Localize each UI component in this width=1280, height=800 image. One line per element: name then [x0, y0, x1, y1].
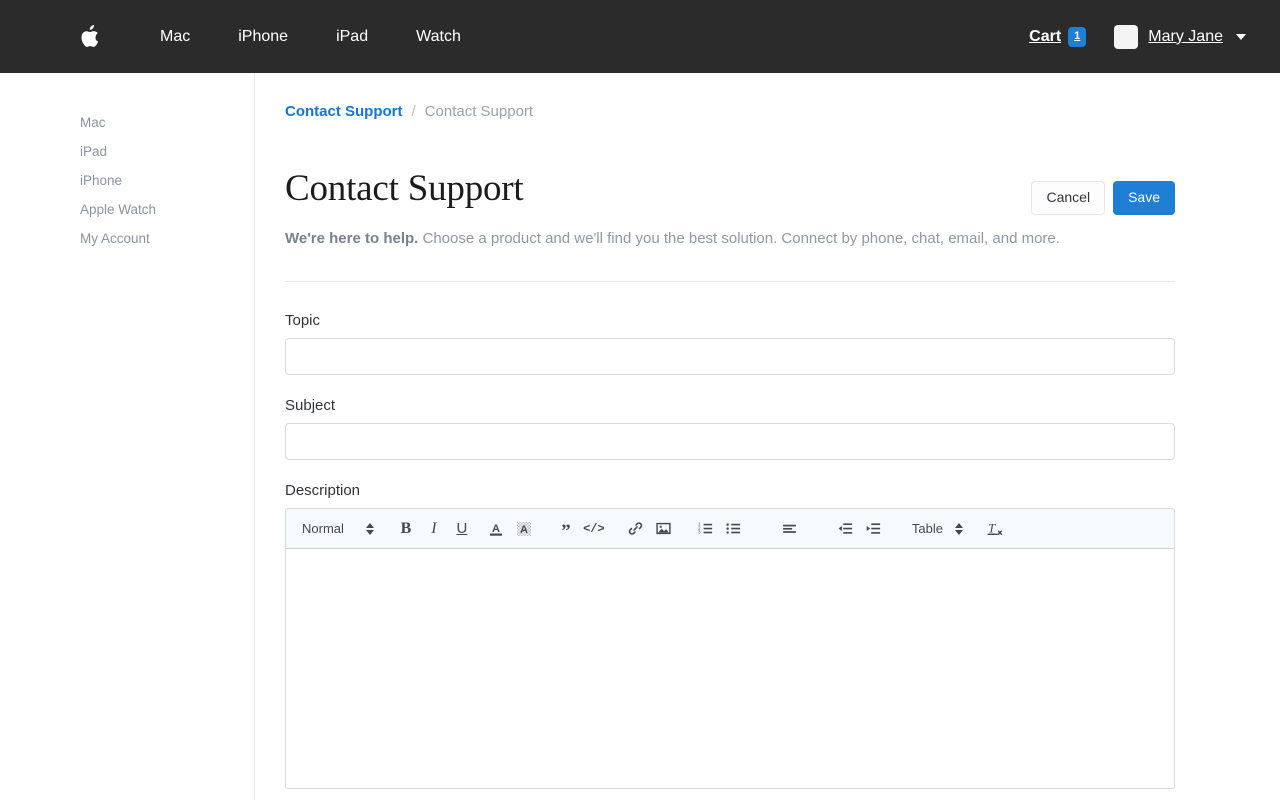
sidebar-item-iphone[interactable]: iPhone: [0, 166, 254, 195]
sidebar-item-my-account[interactable]: My Account: [0, 224, 254, 253]
sidebar-item-apple-watch[interactable]: Apple Watch: [0, 195, 254, 224]
main-content: Contact Support / Contact Support Contac…: [255, 73, 1280, 800]
topic-input[interactable]: [285, 338, 1175, 375]
subtitle-rest: Choose a product and we'll find you the …: [418, 230, 1060, 247]
topic-label: Topic: [285, 312, 1175, 329]
sidebar: Mac iPad iPhone Apple Watch My Account: [0, 73, 255, 800]
page-subtitle: We're here to help. Choose a product and…: [285, 228, 1175, 250]
bullet-list-icon[interactable]: [720, 515, 748, 543]
header-actions: Cancel Save: [1031, 170, 1175, 215]
up-down-arrows-icon: [366, 523, 374, 535]
svg-text:T: T: [988, 520, 996, 535]
user-menu[interactable]: Mary Jane: [1100, 17, 1256, 57]
editor-toolbar: Normal B I U A: [285, 508, 1175, 549]
clear-formatting-icon[interactable]: T: [981, 515, 1009, 543]
page-header: Contact Support Cancel Save: [285, 170, 1175, 215]
svg-text:3: 3: [699, 530, 702, 535]
indent-icon[interactable]: [860, 515, 888, 543]
cart-button[interactable]: Cart 1: [1015, 19, 1100, 55]
nav-links: Mac iPhone iPad Watch: [136, 20, 485, 54]
user-name: Mary Jane: [1148, 28, 1223, 46]
breadcrumb-root-link[interactable]: Contact Support: [285, 103, 403, 120]
table-select[interactable]: Table: [902, 521, 967, 536]
cart-count-badge: 1: [1068, 27, 1086, 47]
top-navbar: Mac iPhone iPad Watch Cart 1 Mary Jane: [0, 0, 1280, 73]
subject-label: Subject: [285, 397, 1175, 414]
link-icon[interactable]: [622, 515, 650, 543]
nav-link-watch[interactable]: Watch: [392, 20, 485, 54]
nav-link-ipad[interactable]: iPad: [312, 20, 392, 54]
avatar: [1114, 25, 1138, 49]
svg-text:A: A: [492, 523, 500, 535]
bold-button[interactable]: B: [392, 515, 420, 543]
outdent-icon[interactable]: [832, 515, 860, 543]
cart-label: Cart: [1029, 28, 1061, 46]
text-color-button[interactable]: A: [482, 515, 510, 543]
italic-button[interactable]: I: [420, 515, 448, 543]
page-body: Mac iPad iPhone Apple Watch My Account C…: [0, 73, 1280, 800]
description-label: Description: [285, 482, 1175, 499]
ordered-list-icon[interactable]: 1 2 3: [692, 515, 720, 543]
apple-logo-icon[interactable]: [72, 17, 106, 57]
up-down-arrows-icon: [955, 523, 963, 535]
subtitle-lead: We're here to help.: [285, 230, 418, 247]
breadcrumb-current: Contact Support: [425, 103, 533, 120]
sidebar-item-mac[interactable]: Mac: [0, 108, 254, 137]
background-color-button[interactable]: A: [510, 515, 538, 543]
support-form: Topic Subject Description Normal: [285, 282, 1175, 789]
table-select-value: Table: [912, 521, 943, 536]
nav-link-iphone[interactable]: iPhone: [214, 20, 312, 54]
cancel-button[interactable]: Cancel: [1031, 181, 1105, 215]
blockquote-button[interactable]: ”: [552, 515, 580, 543]
nav-link-mac[interactable]: Mac: [136, 20, 214, 54]
image-icon[interactable]: [650, 515, 678, 543]
topic-field-group: Topic: [285, 312, 1175, 375]
navbar-right: Cart 1 Mary Jane: [1015, 17, 1256, 57]
underline-button[interactable]: U: [448, 515, 476, 543]
description-field-group: Description Normal B I U: [285, 482, 1175, 789]
code-block-button[interactable]: </>: [580, 515, 608, 543]
sidebar-item-ipad[interactable]: iPad: [0, 137, 254, 166]
chevron-down-icon: [1236, 34, 1246, 40]
subject-input[interactable]: [285, 423, 1175, 460]
breadcrumb-separator: /: [412, 103, 416, 120]
svg-text:A: A: [520, 524, 528, 536]
format-select-value: Normal: [302, 521, 344, 536]
page-title: Contact Support: [285, 170, 524, 209]
align-left-icon[interactable]: [776, 515, 804, 543]
format-select[interactable]: Normal: [294, 521, 378, 536]
rich-text-editor: Normal B I U A: [285, 508, 1175, 789]
subject-field-group: Subject: [285, 397, 1175, 460]
description-editor-body[interactable]: [285, 549, 1175, 789]
save-button[interactable]: Save: [1113, 181, 1175, 215]
breadcrumb: Contact Support / Contact Support: [285, 103, 1175, 120]
